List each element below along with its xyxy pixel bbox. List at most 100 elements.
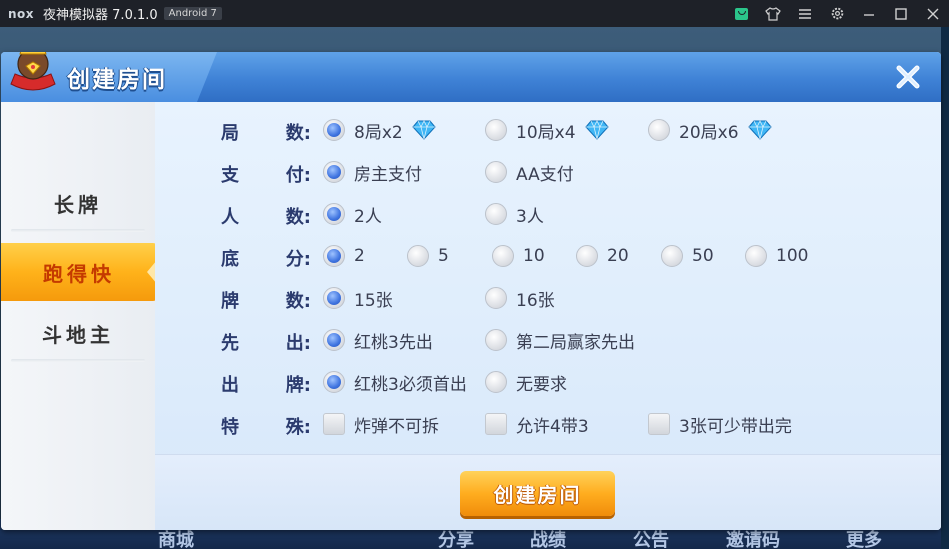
option-label: 16张 (516, 290, 555, 311)
option-label: 无要求 (516, 374, 567, 395)
option-radio[interactable]: 10 (492, 244, 545, 268)
row-label-part: 数: (285, 291, 311, 312)
option-radio[interactable]: 20局x6 (648, 118, 773, 143)
option-radio[interactable]: 5 (407, 244, 449, 268)
option-label: 2 (354, 246, 365, 266)
window-title: 夜神模拟器 7.0.1.0 (43, 8, 158, 23)
radio-unchecked-icon (485, 203, 507, 225)
option-label: 房主支付 (354, 164, 422, 185)
option-label: 3张可少带出完 (679, 416, 792, 437)
checkbox-icon (648, 413, 670, 435)
emulator-title-bar: nox 夜神模拟器 7.0.1.0 Android 7 (0, 0, 949, 27)
sidebar-item-changpai[interactable]: 长牌 (1, 174, 155, 232)
room-options-panel: 局数: 8局x2 10局x4 20局x6 支付: 房主支付 AA支付人数: 2人 3人底分: 2 5… (155, 102, 941, 530)
option-radio[interactable]: 50 (661, 244, 714, 268)
option-label: 5 (438, 246, 449, 266)
option-row: 特 殊: 炸弹不可拆 允许4带3 3张可少带出完 (155, 409, 941, 439)
rule-checkbox[interactable]: 炸弹不可拆 (323, 412, 439, 437)
option-radio[interactable]: 16张 (485, 286, 555, 311)
option-radio[interactable]: 100 (745, 244, 808, 268)
option-radio[interactable]: 红桃3先出 (323, 328, 433, 353)
nav-more[interactable]: 更多 (846, 530, 882, 549)
maximize-icon[interactable] (885, 0, 917, 27)
radio-unchecked-icon (485, 287, 507, 309)
settings-icon[interactable] (821, 0, 853, 27)
rule-checkbox[interactable]: 允许4带3 (485, 412, 589, 437)
radio-unchecked-icon (485, 329, 507, 351)
create-room-button[interactable]: 创建房间 (460, 471, 615, 516)
option-radio[interactable]: 第二局赢家先出 (485, 328, 635, 353)
radio-checked-icon (323, 245, 345, 267)
option-row-label: 先 出: (221, 329, 311, 355)
option-label: 20局x6 (679, 122, 739, 143)
checkbox-icon (485, 413, 507, 435)
dialog-title: 创建房间 (67, 67, 167, 93)
option-radio[interactable]: 20 (576, 244, 629, 268)
nav-notice[interactable]: 公告 (633, 530, 669, 549)
option-row: 牌 数: 15张 16张 (155, 283, 941, 313)
option-label: 8局x2 (354, 122, 403, 143)
row-label-part: 殊: (285, 417, 311, 438)
radio-checked-icon (323, 161, 345, 183)
dialog-close-icon[interactable] (895, 64, 921, 90)
option-label: 100 (776, 246, 809, 266)
row-label-part: 底 (221, 249, 239, 270)
background-bottom-nav: 商城 分享 战绩 公告 邀请码 更多 (0, 530, 949, 549)
option-label: 允许4带3 (516, 416, 589, 437)
shirt-icon[interactable] (757, 0, 789, 27)
nav-shop[interactable]: 商城 (158, 530, 194, 549)
option-radio[interactable]: 2人 (323, 202, 382, 227)
option-label: 红桃3先出 (354, 332, 433, 353)
nav-invite[interactable]: 邀请码 (726, 530, 780, 549)
window-controls (725, 0, 949, 27)
option-row: 人 数: 2人 3人 (155, 199, 941, 229)
option-row-label: 底 分: (221, 245, 311, 271)
row-label-part: 数: (285, 207, 311, 228)
option-radio[interactable]: 8局x2 (323, 118, 437, 143)
menu-icon[interactable] (789, 0, 821, 27)
radio-unchecked-icon (648, 119, 670, 141)
game-type-sidebar: 长牌 跑得快 斗地主 (1, 102, 157, 530)
store-icon[interactable] (725, 0, 757, 27)
android-version-badge: Android 7 (163, 7, 222, 20)
row-label-part: 支 (221, 165, 239, 186)
radio-unchecked-icon (661, 245, 683, 267)
option-row: 底 分: 2 5 10 20 50 100 (155, 241, 941, 271)
radio-unchecked-icon (576, 245, 598, 267)
option-label: 红桃3必须首出 (354, 374, 467, 395)
sidebar-item-label: 斗地主 (42, 322, 114, 347)
row-label-part: 先 (221, 333, 239, 354)
diamond-icon (411, 120, 437, 140)
option-radio[interactable]: 2 (323, 244, 365, 268)
crown-mascot-icon (10, 52, 56, 91)
sidebar-item-paodekuai[interactable]: 跑得快 (1, 243, 157, 301)
option-radio[interactable]: 红桃3必须首出 (323, 370, 467, 395)
row-label-part: 数: (285, 123, 311, 144)
diamond-icon (584, 120, 610, 140)
checkbox-icon (323, 413, 345, 435)
option-radio[interactable]: 10局x4 (485, 118, 610, 143)
option-radio[interactable]: 无要求 (485, 370, 567, 395)
option-radio[interactable]: AA支付 (485, 160, 574, 185)
radio-unchecked-icon (407, 245, 429, 267)
option-radio[interactable]: 房主支付 (323, 160, 422, 185)
close-icon[interactable] (917, 0, 949, 27)
option-row-label: 人 数: (221, 203, 311, 229)
radio-unchecked-icon (492, 245, 514, 267)
nav-share[interactable]: 分享 (438, 530, 474, 549)
dialog-header: 创建房间 (1, 52, 941, 102)
option-row-label: 出 牌: (221, 371, 311, 397)
minimize-icon[interactable] (853, 0, 885, 27)
sidebar-item-doudizhu[interactable]: 斗地主 (1, 304, 155, 362)
row-label-part: 分: (285, 249, 311, 270)
nox-logo: nox (8, 6, 35, 21)
option-label: 第二局赢家先出 (516, 332, 635, 353)
nav-record[interactable]: 战绩 (530, 530, 566, 549)
option-radio[interactable]: 15张 (323, 286, 393, 311)
option-radio[interactable]: 3人 (485, 202, 544, 227)
sidebar-item-label: 长牌 (54, 192, 102, 217)
option-label: 2人 (354, 206, 382, 227)
radio-checked-icon (323, 329, 345, 351)
option-row-label: 牌 数: (221, 287, 311, 313)
rule-checkbox[interactable]: 3张可少带出完 (648, 412, 792, 437)
